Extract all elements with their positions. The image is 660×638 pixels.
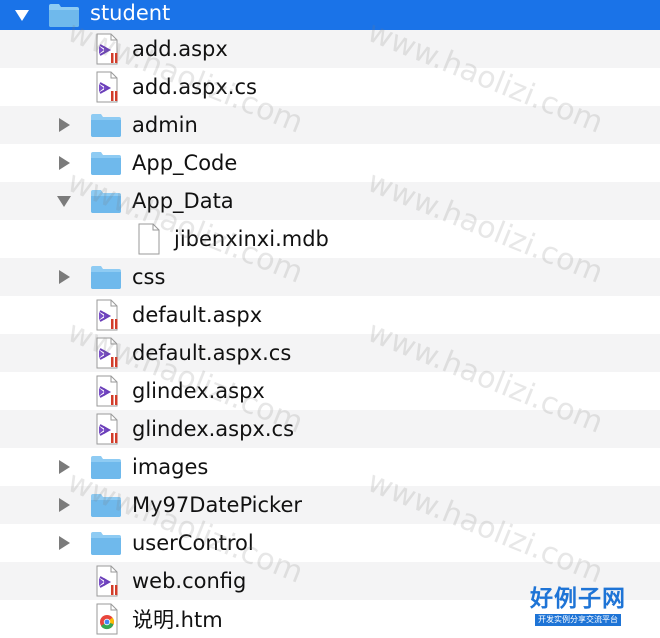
tree-item-label: add.aspx.cs <box>132 75 257 99</box>
tree-folder-row[interactable]: images <box>0 448 660 486</box>
chrome-html-icon <box>94 603 120 635</box>
folder-icon <box>90 530 122 556</box>
tree-folder-row[interactable]: My97DatePicker <box>0 486 660 524</box>
folder-icon <box>48 2 80 28</box>
folder-icon <box>90 150 122 176</box>
tree-file-row[interactable]: add.aspx.cs <box>0 68 660 106</box>
tree-item-label: add.aspx <box>132 37 228 61</box>
tree-folder-row[interactable]: App_Code <box>0 144 660 182</box>
visual-studio-file-icon <box>94 33 120 65</box>
tree-item-label: glindex.aspx.cs <box>132 417 295 441</box>
tree-item-label: userControl <box>132 531 254 555</box>
tree-folder-row[interactable]: App_Data <box>0 182 660 220</box>
disclosure-collapsed-icon[interactable] <box>54 457 74 477</box>
tree-item-label: images <box>132 455 209 479</box>
brand-subtitle: 开发实例分享交流平台 <box>535 614 621 626</box>
tree-item-label: default.aspx.cs <box>132 341 292 365</box>
folder-icon <box>90 454 122 480</box>
disclosure-collapsed-icon[interactable] <box>54 115 74 135</box>
tree-folder-row[interactable]: userControl <box>0 524 660 562</box>
tree-folder-row[interactable]: css <box>0 258 660 296</box>
tree-item-label: web.config <box>132 569 247 593</box>
visual-studio-file-icon <box>94 565 120 597</box>
tree-item-label: css <box>132 265 166 289</box>
tree-root-row[interactable]: student <box>0 0 660 30</box>
tree-file-row[interactable]: add.aspx <box>0 30 660 68</box>
tree-folder-row[interactable]: admin <box>0 106 660 144</box>
blank-document-icon <box>136 223 162 255</box>
tree-item-label: default.aspx <box>132 303 263 327</box>
tree-file-row[interactable]: jibenxinxi.mdb <box>0 220 660 258</box>
disclosure-expanded-icon[interactable] <box>54 191 74 211</box>
tree-item-label: jibenxinxi.mdb <box>174 227 329 251</box>
brand-logo: 好例子网 开发实例分享交流平台 <box>522 586 634 630</box>
tree-file-row[interactable]: glindex.aspx.cs <box>0 410 660 448</box>
disclosure-collapsed-icon[interactable] <box>54 495 74 515</box>
tree-file-row[interactable]: default.aspx.cs <box>0 334 660 372</box>
tree-file-row[interactable]: glindex.aspx <box>0 372 660 410</box>
folder-icon <box>90 264 122 290</box>
brand-title: 好例子网 <box>530 585 626 612</box>
tree-item-label: App_Data <box>132 189 234 213</box>
folder-icon <box>90 112 122 138</box>
folder-icon <box>90 492 122 518</box>
disclosure-expanded-icon[interactable] <box>12 5 32 25</box>
disclosure-collapsed-icon[interactable] <box>54 153 74 173</box>
visual-studio-file-icon <box>94 337 120 369</box>
tree-item-label: glindex.aspx <box>132 379 265 403</box>
tree-item-label: My97DatePicker <box>132 493 303 517</box>
tree-item-label: 说明.htm <box>132 608 223 632</box>
tree-item-label: admin <box>132 113 198 137</box>
visual-studio-file-icon <box>94 413 120 445</box>
tree-root-label: student <box>90 1 171 25</box>
file-tree: student add.aspx add.aspx.cs admin App_Code… <box>0 0 660 638</box>
visual-studio-file-icon <box>94 299 120 331</box>
folder-icon <box>90 188 122 214</box>
tree-file-row[interactable]: default.aspx <box>0 296 660 334</box>
disclosure-collapsed-icon[interactable] <box>54 533 74 553</box>
visual-studio-file-icon <box>94 375 120 407</box>
visual-studio-file-icon <box>94 71 120 103</box>
tree-item-label: App_Code <box>132 151 238 175</box>
disclosure-collapsed-icon[interactable] <box>54 267 74 287</box>
